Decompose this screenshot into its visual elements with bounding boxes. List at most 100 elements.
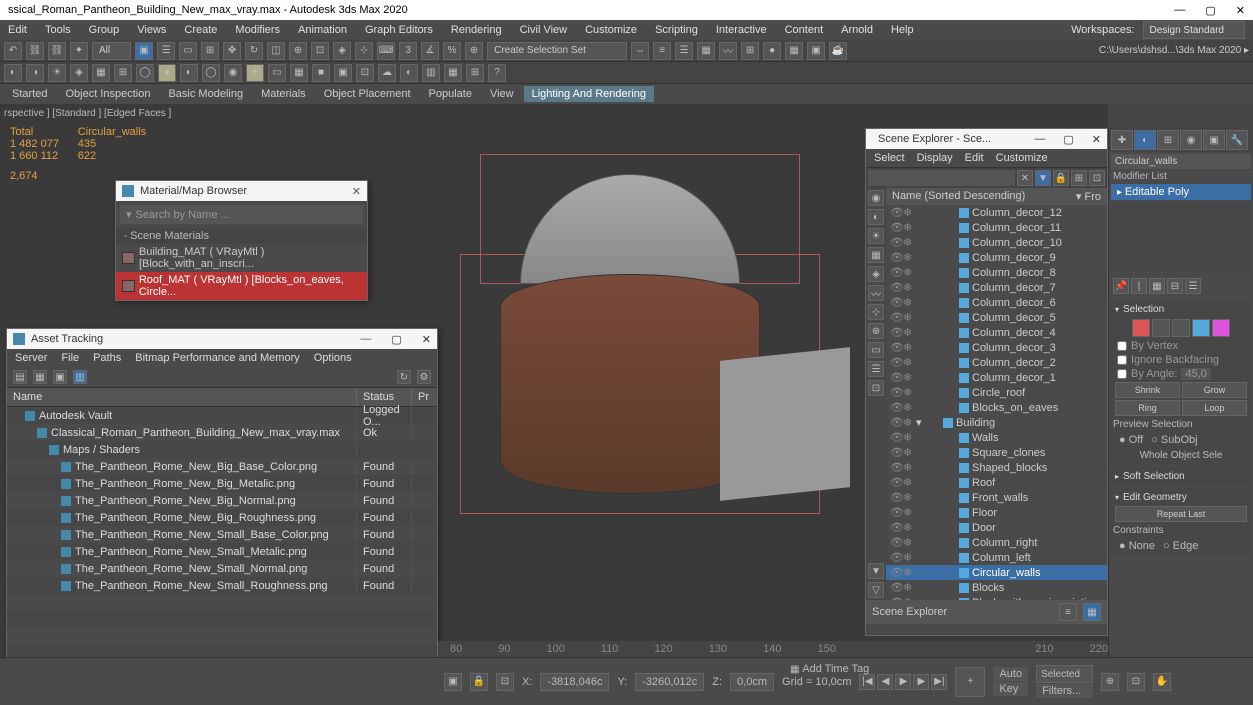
se-menu-edit[interactable]: Edit — [965, 152, 984, 164]
se-filter-6[interactable]: 〰 — [868, 285, 884, 301]
se-menu-customize[interactable]: Customize — [996, 152, 1048, 164]
se-minimize[interactable]: — — [1034, 133, 1045, 145]
preview-subobj[interactable]: ○ SubObj — [1151, 434, 1197, 446]
ref-coord-button[interactable]: ⊡ — [311, 42, 329, 60]
se-maximize[interactable]: ▢ — [1063, 133, 1073, 146]
polygon-mode[interactable] — [1192, 319, 1210, 337]
tab-populate[interactable]: Populate — [421, 86, 480, 102]
placement-button[interactable]: ⊕ — [289, 42, 307, 60]
goto-end-button[interactable]: ▶| — [931, 674, 947, 690]
minimize-button[interactable]: — — [1174, 4, 1185, 17]
scene-item[interactable]: 👁❄Front_walls — [886, 490, 1107, 505]
select-manipulate-button[interactable]: ⊹ — [355, 42, 373, 60]
tool-3[interactable]: ☀ — [48, 64, 66, 82]
map-browser-search[interactable]: ▾ Search by Name ... — [120, 205, 363, 224]
tab-materials[interactable]: Materials — [253, 86, 314, 102]
scene-item[interactable]: 👁❄Shaped_blocks — [886, 460, 1107, 475]
select-by-name-button[interactable]: ☰ — [157, 42, 175, 60]
asset-tool-4[interactable]: ▥ — [73, 370, 87, 384]
modifier-stack[interactable] — [1111, 202, 1251, 272]
ring-button[interactable]: Ring — [1115, 400, 1180, 416]
spinner-snap-button[interactable]: ⊕ — [465, 42, 483, 60]
scene-item[interactable]: 👁❄Column_decor_1 — [886, 370, 1107, 385]
tab-lighting-rendering[interactable]: Lighting And Rendering — [524, 86, 654, 102]
se-menu-select[interactable]: Select — [874, 152, 905, 164]
scene-item[interactable]: 👁❄Column_decor_9 — [886, 250, 1107, 265]
se-filter-9[interactable]: ▭ — [868, 342, 884, 358]
se-filter-2[interactable]: ◐ — [868, 209, 884, 225]
selection-set-dropdown[interactable]: Create Selection Set — [487, 42, 627, 60]
se-menu-display[interactable]: Display — [917, 152, 953, 164]
scene-item[interactable]: 👁❄Block_with_an_inscription — [886, 595, 1107, 600]
asset-row[interactable]: The_Pantheon_Rome_New_Big_Roughness.pngF… — [7, 509, 437, 526]
create-tab[interactable]: ✚ — [1111, 130, 1133, 150]
menu-interactive[interactable]: Interactive — [716, 24, 767, 36]
pin-stack-button[interactable]: 📌 — [1113, 278, 1129, 294]
ignore-backfacing-check[interactable]: Ignore Backfacing — [1113, 353, 1249, 367]
scene-item[interactable]: 👁❄Column_decor_2 — [886, 355, 1107, 370]
se-clear-search[interactable]: ✕ — [1017, 170, 1033, 186]
curve-editor-button[interactable]: 〰 — [719, 42, 737, 60]
tool-1[interactable]: ◐ — [4, 64, 22, 82]
angle-snap-button[interactable]: ∡ — [421, 42, 439, 60]
material-item[interactable]: Building_MAT ( VRayMtl ) [Block_with_an_… — [116, 244, 367, 272]
modifier-editable-poly[interactable]: ▸ Editable Poly — [1111, 184, 1251, 200]
use-pivot-button[interactable]: ◈ — [333, 42, 351, 60]
asset-menu-server[interactable]: Server — [15, 352, 47, 364]
constraint-none[interactable]: ● None — [1119, 540, 1155, 552]
tab-view[interactable]: View — [482, 86, 522, 102]
se-tool-a[interactable]: ⊞ — [1071, 170, 1087, 186]
se-filter-8[interactable]: ⊕ — [868, 323, 884, 339]
menu-graph-editors[interactable]: Graph Editors — [365, 24, 433, 36]
asset-minimize[interactable]: — — [360, 333, 371, 345]
scene-item[interactable]: 👁❄Column_decor_10 — [886, 235, 1107, 250]
viewport-label[interactable]: rspective ] [Standard ] [Edged Faces ] — [4, 108, 171, 119]
asset-row[interactable]: Classical_Roman_Pantheon_Building_New_ma… — [7, 424, 437, 441]
asset-close[interactable]: ✕ — [422, 333, 431, 346]
asset-tool-3[interactable]: ▣ — [53, 370, 67, 384]
tool-19[interactable]: ◐ — [400, 64, 418, 82]
rotate-button[interactable]: ↻ — [245, 42, 263, 60]
undo-button[interactable]: ↶ — [4, 42, 22, 60]
tab-basic-modeling[interactable]: Basic Modeling — [160, 86, 251, 102]
scene-item[interactable]: 👁❄Column_decor_4 — [886, 325, 1107, 340]
workspace-dropdown[interactable]: Design Standard — [1143, 21, 1246, 39]
tool-5[interactable]: ▦ — [92, 64, 110, 82]
asset-tool-2[interactable]: ▦ — [33, 370, 47, 384]
asset-col-pr[interactable]: Pr — [412, 388, 437, 406]
menu-views[interactable]: Views — [137, 24, 166, 36]
menu-edit[interactable]: Edit — [8, 24, 27, 36]
se-list-header[interactable]: Name (Sorted Descending)▾ Fro — [886, 188, 1107, 205]
se-filter-10[interactable]: ☰ — [868, 361, 884, 377]
menu-tools[interactable]: Tools — [45, 24, 71, 36]
render-frame-button[interactable]: ▣ — [807, 42, 825, 60]
se-filter-12[interactable]: ▼ — [868, 563, 884, 579]
timeline-ruler[interactable]: 80 90 100 110 120 130 140 150 210 220 — [438, 641, 1108, 657]
scene-item[interactable]: 👁❄Square_clones — [886, 445, 1107, 460]
viewport-nav-1[interactable]: ⊕ — [1101, 673, 1119, 691]
se-filter-4[interactable]: ▦ — [868, 247, 884, 263]
asset-menu-bitmap[interactable]: Bitmap Performance and Memory — [135, 352, 299, 364]
material-item[interactable]: Roof_MAT ( VRayMtl ) [Blocks_on_eaves, C… — [116, 272, 367, 300]
tool-12[interactable]: ☀ — [246, 64, 264, 82]
asset-row[interactable]: The_Pantheon_Rome_New_Small_Roughness.pn… — [7, 577, 437, 594]
menu-rendering[interactable]: Rendering — [451, 24, 502, 36]
next-frame-button[interactable]: ▶ — [913, 674, 929, 690]
vertex-mode[interactable] — [1132, 319, 1150, 337]
menu-create[interactable]: Create — [184, 24, 217, 36]
menu-arnold[interactable]: Arnold — [841, 24, 873, 36]
toggle-ribbon-button[interactable]: ▦ — [697, 42, 715, 60]
schematic-view-button[interactable]: ⊞ — [741, 42, 759, 60]
edge-mode[interactable] — [1152, 319, 1170, 337]
tool-18[interactable]: ☁ — [378, 64, 396, 82]
asset-row[interactable]: The_Pantheon_Rome_New_Big_Metalic.pngFou… — [7, 475, 437, 492]
se-filter-7[interactable]: ⊹ — [868, 304, 884, 320]
asset-menu-file[interactable]: File — [61, 352, 79, 364]
coord-y[interactable]: -3260,012c — [635, 673, 704, 691]
shrink-button[interactable]: Shrink — [1115, 382, 1180, 398]
tool-15[interactable]: ■ — [312, 64, 330, 82]
configure-sets-button[interactable]: ☰ — [1185, 278, 1201, 294]
tool-8[interactable]: ● — [158, 64, 176, 82]
soft-selection-header[interactable]: Soft Selection — [1113, 469, 1249, 484]
bind-button[interactable]: ✦ — [70, 42, 88, 60]
